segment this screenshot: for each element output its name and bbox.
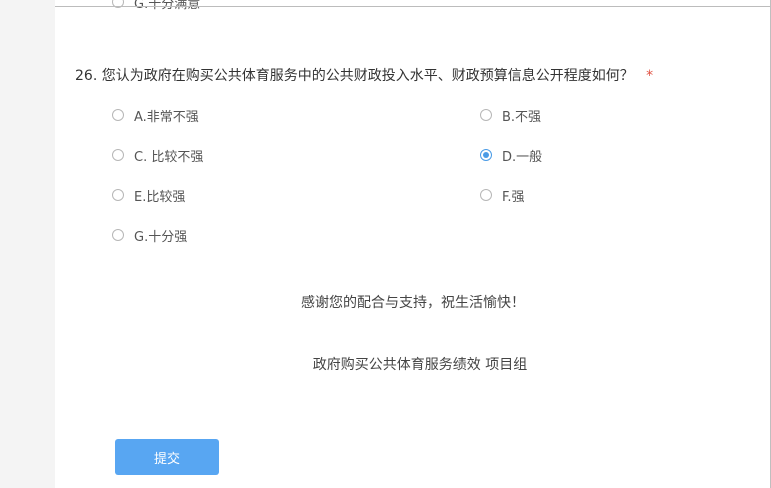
- option-label: C. 比较不强: [134, 149, 204, 165]
- option-label: E.比较强: [134, 189, 186, 205]
- option-c[interactable]: C. 比较不强: [112, 146, 204, 165]
- survey-page: G.十分满意 26. 您认为政府在购买公共体育服务中的公共财政投入水平、财政预算…: [0, 0, 771, 488]
- option-label: D.一般: [502, 149, 543, 165]
- option-g[interactable]: G.十分强: [112, 226, 188, 245]
- option-label: B.不强: [502, 109, 542, 125]
- question-26-title: 26. 您认为政府在购买公共体育服务中的公共财政投入水平、财政预算信息公开程度如…: [75, 65, 653, 85]
- section-divider: [55, 6, 771, 7]
- option-b[interactable]: B.不强: [480, 106, 542, 125]
- option-label: F.强: [502, 189, 525, 205]
- question-text: 您认为政府在购买公共体育服务中的公共财政投入水平、财政预算信息公开程度如何？: [101, 68, 634, 84]
- radio-button[interactable]: [112, 189, 124, 201]
- option-f[interactable]: F.强: [480, 186, 525, 205]
- project-team: 政府购买公共体育服务绩效 项目组: [312, 357, 528, 373]
- option-e[interactable]: E.比较强: [112, 186, 186, 205]
- thanks-message: 感谢您的配合与支持，祝生活愉快！: [301, 295, 525, 311]
- submit-button[interactable]: 提交: [115, 439, 219, 475]
- required-asterisk: *: [646, 68, 654, 84]
- previous-question-fragment: G.十分满意: [55, 0, 771, 14]
- option-a[interactable]: A.非常不强: [112, 106, 199, 125]
- radio-button[interactable]: [112, 229, 124, 241]
- radio-button-selected[interactable]: [480, 149, 492, 161]
- option-d[interactable]: D.一般: [480, 146, 543, 165]
- option-label: A.非常不强: [134, 109, 199, 125]
- radio-button[interactable]: [480, 189, 492, 201]
- option-label: G.十分强: [134, 229, 188, 245]
- survey-card: G.十分满意 26. 您认为政府在购买公共体育服务中的公共财政投入水平、财政预算…: [55, 0, 771, 488]
- radio-button[interactable]: [112, 109, 124, 121]
- question-number: 26.: [75, 68, 98, 84]
- radio-button[interactable]: [112, 149, 124, 161]
- radio-button[interactable]: [480, 109, 492, 121]
